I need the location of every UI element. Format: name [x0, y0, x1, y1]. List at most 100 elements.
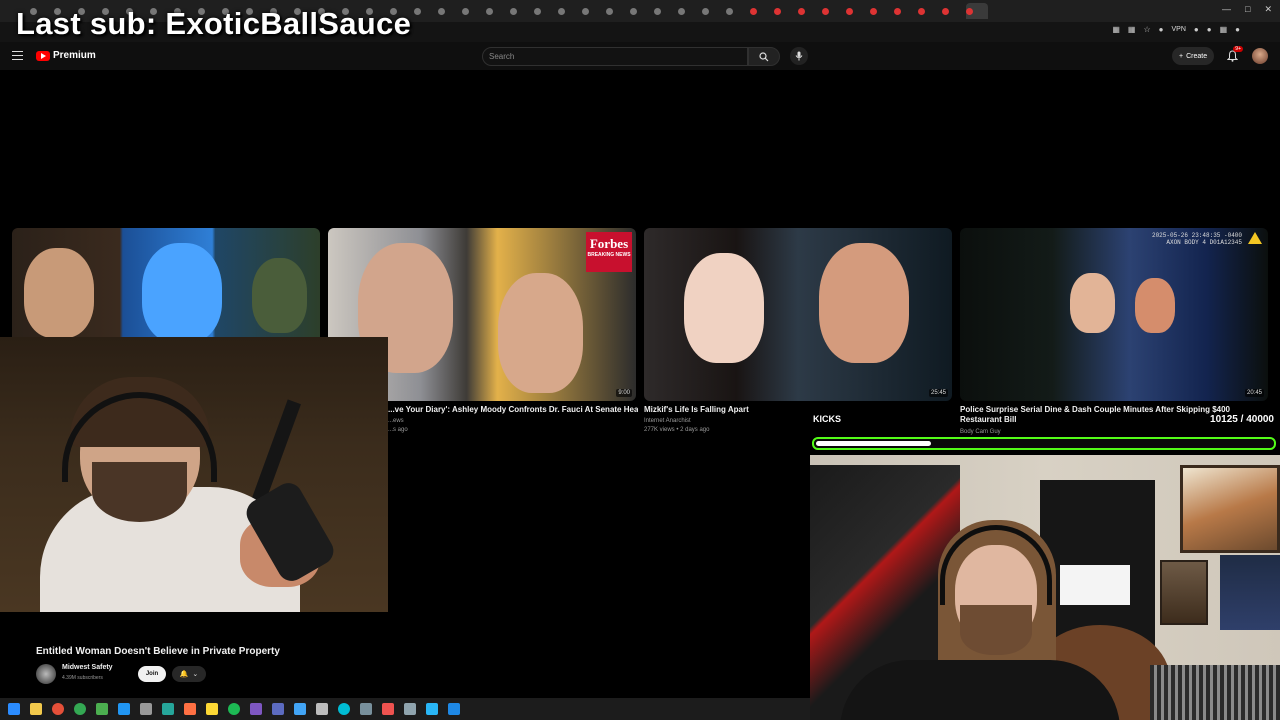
extension-icon[interactable]: ●	[1207, 25, 1212, 34]
extension-icon[interactable]: ●	[1159, 25, 1164, 34]
extension-icon[interactable]: ●	[1235, 25, 1240, 34]
thumbnail-face	[252, 258, 307, 333]
vpn-badge[interactable]: VPN	[1172, 26, 1186, 33]
extension-icon[interactable]: ▦	[1220, 25, 1228, 34]
blanket	[1150, 665, 1280, 720]
app-icon[interactable]	[118, 703, 130, 715]
file-explorer-icon[interactable]	[30, 703, 42, 715]
extension-icon[interactable]: ●	[1194, 25, 1199, 34]
app-icon[interactable]	[206, 703, 218, 715]
kicks-goal-fill	[816, 441, 932, 446]
browser-tab[interactable]	[870, 3, 892, 19]
tab-favicon-icon	[702, 7, 709, 15]
join-button[interactable]: Join	[138, 666, 166, 682]
video-channel[interactable]: Body Cam Guy	[960, 428, 1001, 436]
tab-favicon-icon	[462, 7, 469, 15]
voice-search-button[interactable]	[790, 47, 808, 65]
app-icon[interactable]	[96, 703, 108, 715]
app-icon[interactable]	[404, 703, 416, 715]
app-icon[interactable]	[426, 703, 438, 715]
browser-tab[interactable]	[630, 3, 652, 19]
video-channel[interactable]: ...ews	[388, 417, 404, 425]
browser-tab[interactable]	[942, 3, 964, 19]
chrome-icon[interactable]	[74, 703, 86, 715]
spotify-icon[interactable]	[228, 703, 240, 715]
cohost-shirt	[840, 660, 1120, 720]
video-title[interactable]: ...ve Your Diary': Ashley Moody Confront…	[388, 405, 638, 415]
cohost-webcam	[810, 455, 1280, 720]
subscribed-bell-button[interactable]: 🔔 ⌄	[172, 666, 206, 682]
browser-tab[interactable]	[846, 3, 868, 19]
app-icon[interactable]	[52, 703, 64, 715]
thumbnail-face	[819, 243, 909, 363]
thumbnail-face	[684, 253, 764, 363]
tab-favicon-icon	[870, 7, 877, 15]
tab-favicon-icon	[822, 7, 829, 15]
browser-tab[interactable]	[678, 3, 700, 19]
browser-tab[interactable]	[438, 3, 460, 19]
create-button[interactable]: + Create	[1172, 47, 1215, 65]
app-icon[interactable]	[448, 703, 460, 715]
app-icon[interactable]	[294, 703, 306, 715]
app-icon[interactable]	[360, 703, 372, 715]
browser-tab-active[interactable]	[966, 3, 988, 19]
notifications-button[interactable]: 9+	[1224, 46, 1243, 64]
app-icon[interactable]	[162, 703, 174, 715]
last-sub-overlay: Last sub: ExoticBallSauce	[16, 6, 412, 41]
tab-favicon-icon	[846, 7, 853, 15]
bookmark-star-icon[interactable]: ☆	[1143, 25, 1150, 34]
channel-avatar[interactable]	[36, 664, 56, 684]
app-icon[interactable]	[316, 703, 328, 715]
window-light	[1060, 565, 1130, 605]
create-label: Create	[1186, 52, 1208, 60]
search-input[interactable]: Search	[482, 47, 748, 66]
tab-favicon-icon	[678, 7, 685, 15]
browser-tab[interactable]	[462, 3, 484, 19]
browser-tab[interactable]	[534, 3, 556, 19]
minimize-icon[interactable]: —	[1222, 4, 1231, 15]
browser-tab[interactable]	[822, 3, 844, 19]
kicks-goal-label: KICKS	[813, 414, 842, 424]
windows-start-icon[interactable]	[8, 703, 20, 715]
maximize-icon[interactable]: □	[1245, 4, 1250, 15]
close-icon[interactable]: ✕	[1264, 4, 1272, 15]
browser-tab[interactable]	[486, 3, 508, 19]
browser-tab[interactable]	[414, 3, 436, 19]
browser-tab[interactable]	[750, 3, 772, 19]
youtube-logo[interactable]: Premium	[36, 50, 96, 61]
video-channel[interactable]: Internet Anarchist	[644, 417, 691, 425]
tab-favicon-icon	[438, 7, 445, 15]
extension-icon[interactable]: ▦	[1128, 25, 1136, 34]
app-icon[interactable]	[140, 703, 152, 715]
browser-tab[interactable]	[702, 3, 724, 19]
app-icon[interactable]	[184, 703, 196, 715]
browser-tab[interactable]	[894, 3, 916, 19]
tab-favicon-icon	[558, 7, 565, 15]
browser-tab[interactable]	[606, 3, 628, 19]
browser-tab[interactable]	[726, 3, 748, 19]
search-button[interactable]	[748, 47, 780, 66]
app-icon[interactable]	[338, 703, 350, 715]
hamburger-icon[interactable]	[12, 51, 23, 60]
tab-favicon-icon	[726, 7, 733, 15]
chevron-down-icon: ⌄	[192, 671, 199, 678]
browser-tab[interactable]	[654, 3, 676, 19]
app-icon[interactable]	[272, 703, 284, 715]
app-icon[interactable]	[250, 703, 262, 715]
video-title[interactable]: Mizkif's Life Is Falling Apart	[644, 405, 944, 415]
video-thumbnail[interactable]: 25:45	[644, 228, 952, 401]
channel-name[interactable]: Midwest Safety	[62, 664, 113, 671]
tab-favicon-icon	[894, 7, 901, 15]
account-avatar[interactable]	[1252, 48, 1268, 64]
browser-toolbar-icons: ▦ ▦ ☆ ● VPN ● ● ▦ ●	[1112, 25, 1240, 34]
browser-tab[interactable]	[798, 3, 820, 19]
browser-tab[interactable]	[774, 3, 796, 19]
browser-tab[interactable]	[582, 3, 604, 19]
extension-icon[interactable]: ▦	[1112, 25, 1120, 34]
browser-tab[interactable]	[918, 3, 940, 19]
browser-tab[interactable]	[510, 3, 532, 19]
app-icon[interactable]	[382, 703, 394, 715]
window-controls: — □ ✕	[1222, 4, 1272, 15]
video-thumbnail[interactable]: 2025-05-26 23:48:35 -0400 AXON BODY 4 D0…	[960, 228, 1268, 401]
browser-tab[interactable]	[558, 3, 580, 19]
